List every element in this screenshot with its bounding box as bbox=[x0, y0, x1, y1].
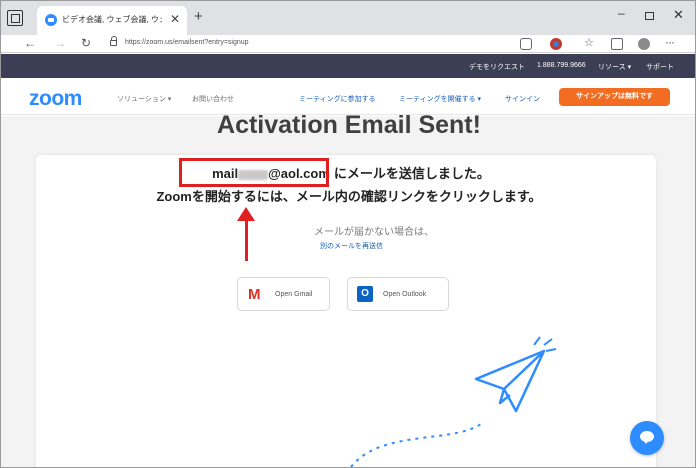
lock-icon bbox=[110, 36, 117, 46]
url-text: https://zoom.us/emailsent?entry=signup bbox=[125, 39, 249, 46]
tab-title: ビデオ会議, ウェブ会議, ウェビナー, 画 bbox=[62, 15, 162, 24]
host-meeting-menu[interactable]: ミーティングを開催する ▾ bbox=[399, 94, 481, 104]
dotted-path-decoration bbox=[350, 423, 482, 467]
refresh-icon[interactable]: ↻ bbox=[81, 36, 91, 50]
browser-tab-bar: ビデオ会議, ウェブ会議, ウェビナー, 画 ✕ + – ✕ bbox=[1, 1, 695, 35]
zoom-logo[interactable]: zoom bbox=[29, 87, 82, 111]
zoom-top-strip: デモをリクエスト 1.888.799.9666 リソース ▾ サポート bbox=[1, 54, 695, 78]
email-highlight-box bbox=[179, 158, 329, 187]
instruction-text: Zoomを開始するには、メール内の確認リンクをクリックします。 bbox=[156, 189, 542, 204]
solutions-menu[interactable]: ソリューション ▾ bbox=[117, 94, 171, 104]
chat-button[interactable] bbox=[630, 421, 664, 455]
maximize-button[interactable] bbox=[645, 12, 654, 20]
zoom-favicon-icon bbox=[45, 14, 57, 26]
close-window-button[interactable]: ✕ bbox=[673, 7, 684, 23]
open-outlook-button[interactable]: O Open Outlook bbox=[347, 277, 449, 311]
sent-message: mail @aol.com にメールを送信しました。 bbox=[1, 163, 695, 183]
forward-icon[interactable]: → bbox=[54, 36, 66, 50]
phone-number[interactable]: 1.888.799.9666 bbox=[537, 62, 586, 69]
gmail-button-label: Open Gmail bbox=[275, 291, 313, 298]
support-link[interactable]: サポート bbox=[646, 62, 674, 72]
more-menu-icon[interactable]: ··· bbox=[665, 35, 677, 49]
minimize-button[interactable]: – bbox=[618, 6, 625, 20]
tab-close-icon[interactable]: ✕ bbox=[170, 12, 180, 26]
gmail-icon: M bbox=[248, 286, 261, 303]
not-arrived-text: メールが届かない場合は、 bbox=[314, 227, 434, 238]
outlook-button-label: Open Outlook bbox=[383, 291, 427, 298]
back-icon[interactable]: ← bbox=[24, 36, 36, 50]
profile-avatar-icon[interactable] bbox=[638, 38, 650, 50]
browser-tab[interactable]: ビデオ会議, ウェブ会議, ウェビナー, 画 ✕ bbox=[37, 6, 187, 35]
collections-icon[interactable] bbox=[611, 38, 623, 50]
extension-icon[interactable] bbox=[550, 38, 562, 50]
new-tab-button[interactable]: + bbox=[194, 8, 203, 25]
url-field[interactable]: https://zoom.us/emailsent?entry=signup bbox=[102, 36, 542, 52]
signup-button[interactable]: サインアップは無料です bbox=[559, 88, 670, 106]
join-meeting-link[interactable]: ミーティングに参加する bbox=[299, 94, 376, 104]
demo-request-link[interactable]: デモをリクエスト bbox=[469, 62, 525, 72]
favorites-icon[interactable]: ☆ bbox=[584, 36, 596, 49]
read-aloud-icon[interactable] bbox=[520, 38, 532, 50]
chat-bubble-icon bbox=[640, 431, 654, 444]
page-title: Activation Email Sent! bbox=[217, 111, 481, 139]
signin-link[interactable]: サインイン bbox=[505, 94, 540, 104]
resources-menu[interactable]: リソース ▾ bbox=[598, 62, 631, 72]
open-gmail-button[interactable]: M Open Gmail bbox=[237, 277, 330, 311]
browser-window: ビデオ会議, ウェブ会議, ウェビナー, 画 ✕ + – ✕ ← → ↻ htt… bbox=[0, 0, 696, 468]
zoom-navbar: zoom ソリューション ▾ お問い合わせ ミーティングに参加する ミーティング… bbox=[1, 78, 695, 115]
address-bar-row: ← → ↻ https://zoom.us/emailsent?entry=si… bbox=[1, 35, 695, 53]
sent-message-text: にメールを送信しました。 bbox=[333, 166, 490, 181]
tab-actions-icon[interactable] bbox=[7, 10, 23, 26]
contact-link[interactable]: お問い合わせ bbox=[192, 94, 234, 104]
outlook-icon: O bbox=[357, 286, 373, 302]
resend-email-link[interactable]: 別のメールを再送信 bbox=[1, 241, 695, 251]
